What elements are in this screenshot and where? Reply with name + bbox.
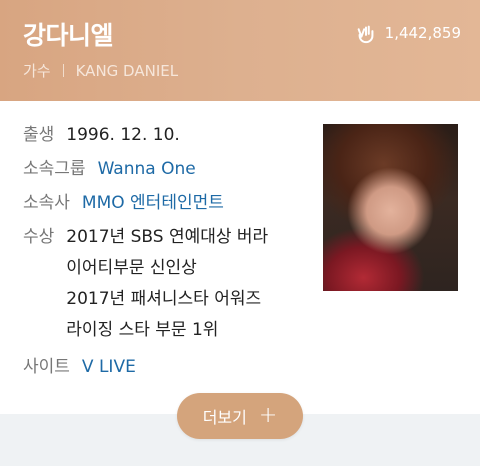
award-line: 이어티부문 신인상 [66, 258, 197, 278]
agency-link[interactable]: MMO 엔터테인먼트 [82, 190, 224, 216]
profile-name: 강다니엘 [23, 21, 114, 50]
info-row-agency: 소속사 MMO 엔터테인먼트 [23, 190, 313, 216]
profile-photo[interactable] [323, 124, 458, 291]
awards-label: 수상 [23, 227, 55, 247]
profile-header: 강다니엘 가수 KANG DANIEL 1,442,859 [0, 0, 480, 101]
award-line: 2017년 패셔니스타 어워즈 [66, 289, 262, 309]
birth-value: 1996. 12. 10. [66, 125, 180, 145]
profile-subtitle: 가수 KANG DANIEL [23, 60, 178, 81]
info-row-site: 사이트 V LIVE [23, 354, 313, 380]
award-line: 2017년 SBS 연예대상 버라 [66, 227, 269, 247]
profile-category: 가수 [23, 62, 51, 80]
info-row-group: 소속그룹 Wanna One [23, 156, 313, 182]
plus-icon: + [258, 403, 278, 428]
site-label: 사이트 [23, 357, 70, 377]
more-button-label: 더보기 [202, 408, 247, 427]
more-button[interactable]: 더보기 + [177, 393, 303, 439]
agency-label: 소속사 [23, 193, 70, 213]
vlive-fan-count[interactable]: 1,442,859 [355, 22, 461, 44]
site-link[interactable]: V LIVE [82, 354, 136, 380]
awards-value: 2017년 SBS 연예대상 버라 이어티부문 신인상 2017년 패셔니스타 … [66, 222, 268, 346]
info-row-birth: 출생 1996. 12. 10. [23, 122, 313, 148]
group-label: 소속그룹 [23, 159, 86, 179]
fan-count-text: 1,442,859 [384, 24, 461, 42]
profile-english-name: KANG DANIEL [75, 62, 179, 80]
divider [62, 64, 64, 77]
profile-info: 출생 1996. 12. 10. 소속그룹 Wanna One 소속사 MMO … [23, 122, 313, 388]
award-line: 라이징 스타 부문 1위 [66, 320, 219, 340]
birth-label: 출생 [23, 125, 55, 145]
info-row-awards: 수상 2017년 SBS 연예대상 버라 이어티부문 신인상 2017년 패셔니… [23, 224, 313, 346]
group-link[interactable]: Wanna One [98, 156, 196, 182]
vlive-heart-hand-icon [357, 25, 374, 44]
